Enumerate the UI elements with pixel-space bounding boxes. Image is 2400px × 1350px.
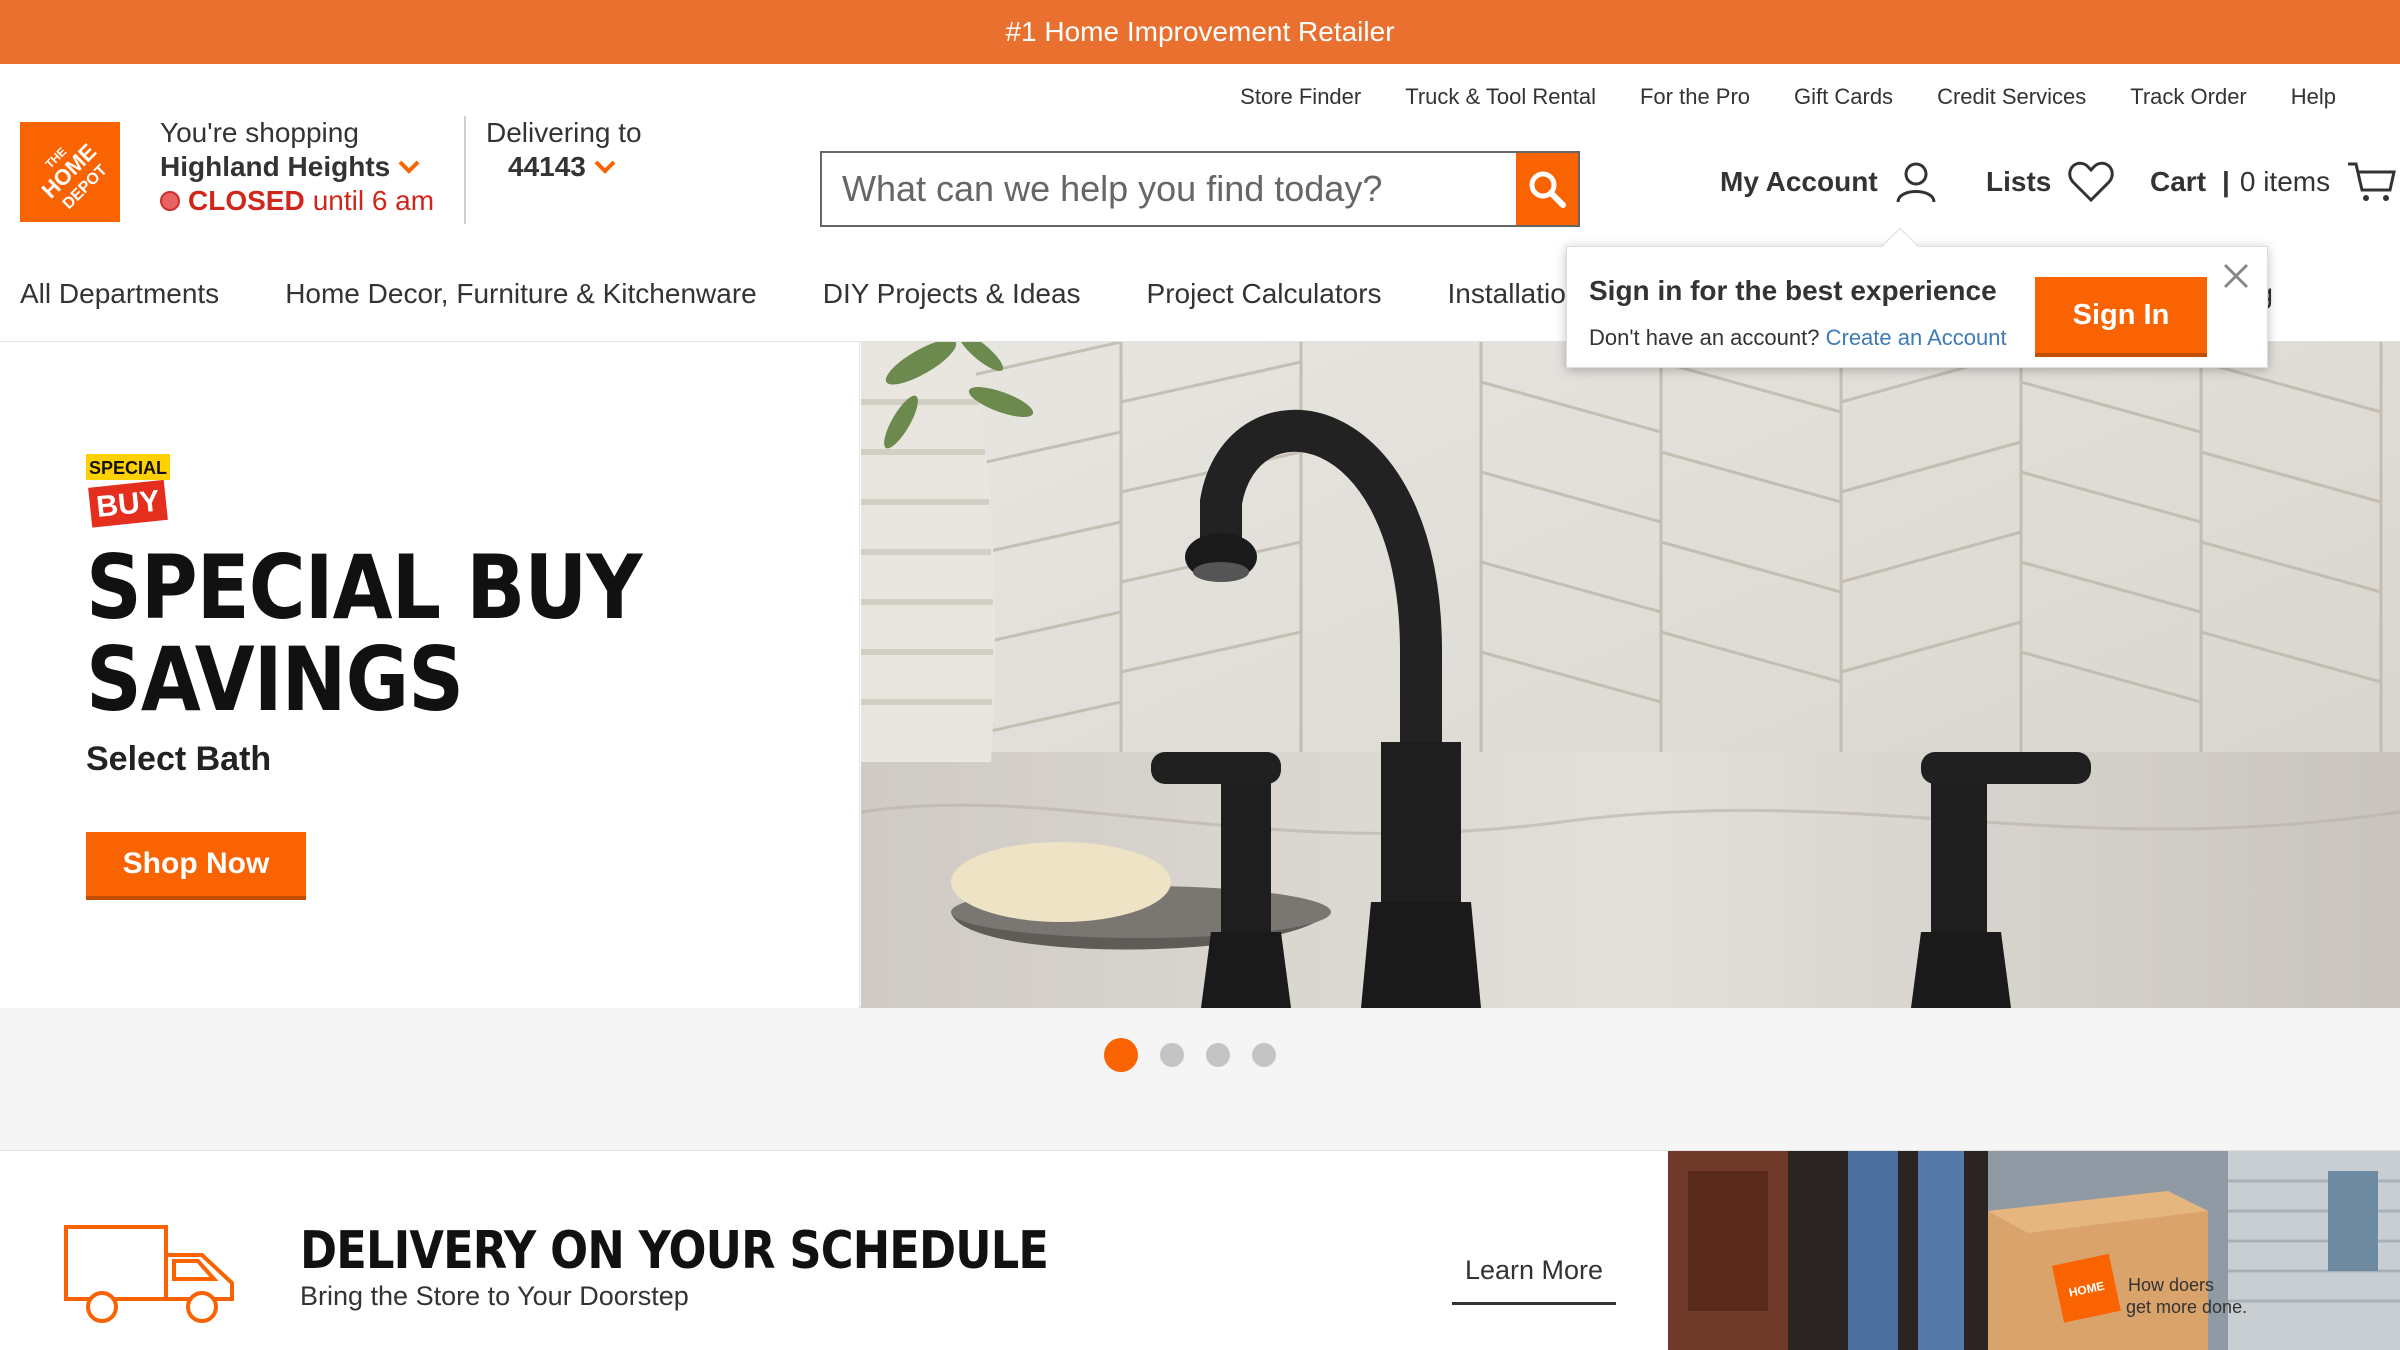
sign-in-button[interactable]: Sign In (2035, 277, 2207, 357)
lists-label[interactable]: Lists (1986, 166, 2051, 198)
search-input[interactable] (822, 153, 1516, 225)
delivery-photo: HOME How doers get more done. (1668, 1151, 2400, 1350)
utility-link-for-the-pro[interactable]: For the Pro (1640, 84, 1750, 110)
popover-title: Sign in for the best experience (1589, 275, 1997, 306)
nav-diy-projects[interactable]: DIY Projects & Ideas (823, 278, 1081, 310)
store-name-row[interactable]: Highland Heights (160, 150, 434, 184)
utility-link-track-order[interactable]: Track Order (2130, 84, 2247, 110)
utility-nav: Store Finder Truck & Tool Rental For the… (1240, 84, 2336, 110)
promo-banner[interactable]: #1 Home Improvement Retailer (0, 0, 2400, 64)
close-icon[interactable] (2221, 261, 2251, 291)
cart-icon[interactable] (2346, 160, 2396, 204)
utility-link-gift-cards[interactable]: Gift Cards (1794, 84, 1893, 110)
hero-faucet-image[interactable] (861, 342, 2400, 1008)
carousel-dot-4[interactable] (1252, 1043, 1276, 1067)
search-icon[interactable] (1527, 169, 1567, 209)
nav-installation[interactable]: Installatio (1448, 278, 1566, 310)
nav-all-departments[interactable]: All Departments (20, 278, 219, 310)
store-status: CLOSED until 6 am (160, 184, 434, 218)
cart-separator: | (2222, 166, 2230, 197)
carousel-dot-2[interactable] (1160, 1043, 1184, 1067)
chevron-down-icon[interactable] (398, 160, 420, 174)
box-tagline-2: get more done. (2126, 1297, 2247, 1317)
promo-text[interactable]: #1 Home Improvement Retailer (1005, 16, 1394, 48)
nav-project-calculators[interactable]: Project Calculators (1147, 278, 1382, 310)
hero-banner: SPECIAL BUY SPECIAL BUY SAVINGS Select B… (0, 342, 2400, 1008)
store-status-hours: until 6 am (312, 185, 435, 216)
user-icon[interactable] (1894, 160, 1938, 204)
sign-in-popover: Sign in for the best experience Don't ha… (1566, 227, 2268, 368)
delivery-zip[interactable]: 44143 (508, 150, 586, 184)
shop-now-button[interactable]: Shop Now (86, 832, 306, 900)
my-account-button[interactable]: My Account (1720, 160, 1938, 204)
store-label: You're shopping (160, 117, 359, 148)
faucet-photo (861, 342, 2400, 1008)
delivery-title: DELIVERY ON YOUR SCHEDULE (300, 1221, 1049, 1281)
utility-link-credit-services[interactable]: Credit Services (1937, 84, 2086, 110)
cart-button[interactable]: Cart | 0 items (2150, 160, 2396, 204)
carousel-dots (1104, 1038, 1276, 1072)
delivery-zip-row[interactable]: 44143 (486, 150, 642, 184)
closed-status-icon (160, 191, 180, 211)
delivery-zip-selector[interactable]: Delivering to 44143 (486, 116, 642, 184)
hero-subtitle: Select Bath (86, 740, 272, 778)
utility-link-help[interactable]: Help (2291, 84, 2336, 110)
main-nav: All Departments Home Decor, Furniture & … (20, 278, 2273, 310)
delivery-banner: DELIVERY ON YOUR SCHEDULE Bring the Stor… (0, 1150, 2400, 1350)
box-tagline-1: How doers (2128, 1275, 2214, 1295)
delivery-label: Delivering to (486, 117, 642, 148)
store-status-closed: CLOSED (188, 185, 305, 216)
store-selector[interactable]: You're shopping Highland Heights CLOSED … (160, 116, 434, 218)
store-name[interactable]: Highland Heights (160, 150, 390, 184)
badge-buy-text: BUY (95, 485, 161, 524)
chevron-down-icon[interactable] (594, 160, 616, 174)
delivery-subtitle: Bring the Store to Your Doorstep (300, 1281, 689, 1311)
heart-icon[interactable] (2067, 160, 2115, 204)
home-depot-logo[interactable]: THE HOME DEPOT (20, 122, 120, 222)
carousel-dot-3[interactable] (1206, 1043, 1230, 1067)
cart-count[interactable]: 0 items (2240, 166, 2330, 198)
create-account-link[interactable]: Create an Account (1826, 325, 2007, 350)
nav-home-decor[interactable]: Home Decor, Furniture & Kitchenware (285, 278, 757, 310)
badge-special-text: SPECIAL (89, 458, 167, 478)
special-buy-badge: SPECIAL BUY (86, 454, 170, 528)
popover-subtext: Don't have an account? Create an Account (1589, 325, 2007, 351)
header-divider (464, 116, 466, 224)
utility-link-truck-tool-rental[interactable]: Truck & Tool Rental (1405, 84, 1596, 110)
delivery-image[interactable]: HOME How doers get more done. (1668, 1151, 2400, 1350)
utility-link-store-finder[interactable]: Store Finder (1240, 84, 1361, 110)
lists-button[interactable]: Lists (1986, 160, 2115, 204)
truck-icon (64, 1225, 234, 1323)
cart-label[interactable]: Cart (2150, 166, 2206, 198)
search-bar (820, 151, 1580, 227)
popover-prompt: Don't have an account? (1589, 325, 1820, 350)
hero-text-panel: SPECIAL BUY SPECIAL BUY SAVINGS Select B… (0, 342, 860, 1008)
learn-more-link[interactable]: Learn More (1452, 1255, 1616, 1305)
hero-title: SPECIAL BUY SAVINGS (86, 536, 643, 731)
my-account-label[interactable]: My Account (1720, 166, 1878, 198)
carousel-dot-1[interactable] (1104, 1038, 1138, 1072)
search-button[interactable] (1516, 153, 1578, 225)
